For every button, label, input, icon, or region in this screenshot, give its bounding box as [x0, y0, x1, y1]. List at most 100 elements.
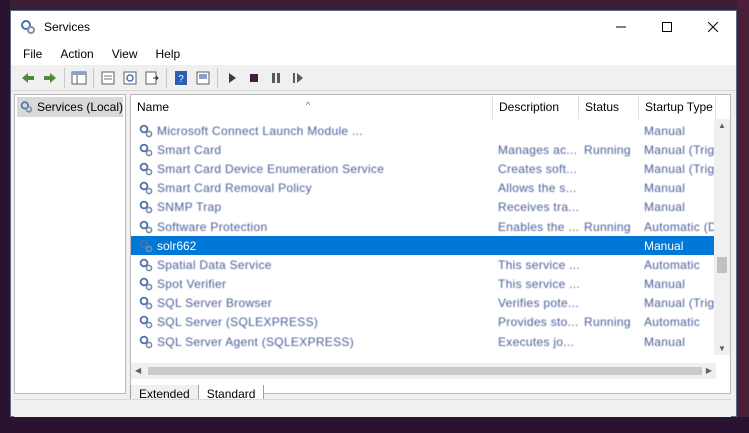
cell-startup-type: Manual (Trig...	[639, 162, 716, 176]
column-header-description[interactable]: Description	[493, 95, 579, 119]
cell-name: SQL Server CEIP service	[131, 354, 493, 355]
close-icon	[708, 22, 718, 32]
cell-startup-type-text: Manual	[644, 334, 686, 349]
cell-description: Executes jo...	[493, 335, 579, 349]
help-button[interactable]: ?	[170, 67, 192, 89]
service-name: Smart Card Removal Policy	[157, 181, 312, 196]
horizontal-scroll-thumb[interactable]	[148, 367, 702, 375]
cell-name: Smart Card Device Enumeration Service	[131, 162, 493, 176]
properties-button[interactable]	[97, 67, 119, 89]
pause-icon	[272, 72, 280, 83]
show-hide-console-tree-button[interactable]	[68, 67, 90, 89]
table-row[interactable]: SQL Server (SQLEXPRESS) Provides sto... Ru…	[131, 313, 716, 332]
cell-startup-type-text: Manual	[644, 123, 686, 138]
column-header: ^ Name Description Status Startup Type	[131, 95, 730, 119]
service-gear-icon	[139, 277, 153, 291]
table-row[interactable]: Spatial Data Service This service ... Auto…	[131, 255, 716, 274]
forward-arrow-icon	[44, 72, 56, 83]
scroll-down-icon[interactable]: ▼	[718, 344, 726, 353]
cell-name: solr662	[131, 239, 493, 253]
cell-startup-type: Manual (Trig...	[639, 143, 716, 157]
column-header-startup-type[interactable]: Startup Type	[639, 95, 716, 119]
export-list-button[interactable]	[141, 67, 163, 89]
table-row[interactable]: Smart Card Manages ac... Running Manual (Tr…	[131, 140, 716, 159]
table-row[interactable]: solr662 Manual	[131, 236, 716, 256]
service-gear-icon	[139, 315, 153, 329]
vertical-scroll-thumb[interactable]	[717, 257, 727, 273]
menu-view[interactable]: View	[103, 43, 147, 65]
title-bar[interactable]: Services	[11, 11, 736, 43]
back-button[interactable]	[17, 67, 39, 89]
table-row[interactable]: Software Protection Enables the ... Runnin…	[131, 217, 716, 236]
cell-description: Receives tra...	[493, 200, 579, 214]
table-row[interactable]: Smart Card Removal Policy Allows the s...…	[131, 179, 716, 198]
service-name: SQL Server (SQLEXPRESS)	[157, 315, 319, 330]
service-name: Spot Verifier	[157, 277, 227, 292]
table-row[interactable]: SQL Server Browser Verifies pote... Manual…	[131, 294, 716, 313]
service-gear-icon	[139, 354, 153, 355]
cell-description-text: Receives tra...	[498, 200, 579, 215]
stop-service-button[interactable]	[243, 67, 265, 89]
cell-description: This service ...	[493, 277, 579, 291]
column-header-name[interactable]: ^ Name	[131, 95, 493, 119]
cell-description: Provides the...	[493, 354, 579, 355]
cell-description-text: Executes jo...	[498, 334, 575, 349]
pause-service-button[interactable]	[265, 67, 287, 89]
services-list-panel: ^ Name Description Status Startup Type M…	[130, 94, 731, 394]
restart-service-button[interactable]	[287, 67, 309, 89]
start-icon	[229, 72, 236, 83]
table-row[interactable]: Microsoft Connect Launch Module ... Manua…	[131, 121, 716, 140]
menu-file[interactable]: File	[14, 43, 51, 65]
service-gear-icon	[139, 258, 153, 272]
scroll-right-icon[interactable]: ▶	[706, 366, 712, 375]
refresh-button[interactable]	[119, 67, 141, 89]
vertical-scrollbar[interactable]: ▲ ▼	[714, 119, 730, 355]
tree-item-services-local[interactable]: Services (Local)	[17, 97, 123, 117]
forward-button[interactable]	[39, 67, 61, 89]
scroll-left-icon[interactable]: ◀	[135, 366, 141, 375]
cell-startup-type: Automatic (D...	[639, 220, 716, 234]
maximize-button[interactable]	[644, 11, 690, 43]
cell-status: Running	[579, 143, 639, 157]
minimize-icon	[616, 26, 626, 28]
toolbar-separator	[64, 67, 65, 88]
console-tree: Services (Local)	[14, 94, 126, 394]
cell-startup-type: Manual	[639, 239, 716, 253]
cell-description-text: This service ...	[498, 277, 579, 292]
cell-name: SQL Server Agent (SQLEXPRESS)	[131, 335, 493, 349]
service-name: solr662	[157, 238, 197, 253]
service-gear-icon	[139, 239, 153, 253]
table-row[interactable]: SQL Server Agent (SQLEXPRESS) Executes jo…	[131, 332, 716, 351]
table-row[interactable]: Smart Card Device Enumeration Service Cre…	[131, 159, 716, 178]
sort-ascending-icon: ^	[306, 100, 311, 110]
cell-name: Spatial Data Service	[131, 258, 493, 272]
menu-help[interactable]: Help	[147, 43, 190, 65]
services-gear-icon	[20, 101, 33, 113]
scroll-up-icon[interactable]: ▲	[718, 121, 726, 130]
service-name: Software Protection	[157, 219, 268, 234]
cell-description-text: Allows the s...	[498, 181, 577, 196]
minimize-button[interactable]	[598, 11, 644, 43]
table-row[interactable]: Spot Verifier This service ... Manual	[131, 275, 716, 294]
table-row[interactable]: SQL Server CEIP service Provides the... Di…	[131, 351, 716, 355]
service-gear-icon	[139, 181, 153, 195]
menu-action[interactable]: Action	[51, 43, 102, 65]
cell-description-text: Verifies pote...	[498, 296, 579, 311]
column-header-status[interactable]: Status	[579, 95, 639, 119]
cell-startup-type-text: Manual (Trig...	[644, 142, 716, 157]
desktop-background-right	[737, 0, 749, 433]
cell-startup-type-text: Manual	[644, 277, 686, 292]
cell-startup-type: Automatic	[639, 315, 716, 329]
cell-description: Provides sto...	[493, 315, 579, 329]
service-name: SNMP Trap	[157, 200, 222, 215]
start-service-button[interactable]	[221, 67, 243, 89]
cell-description-text: Manages ac...	[498, 142, 578, 157]
close-button[interactable]	[690, 11, 736, 43]
cell-name: SQL Server (SQLEXPRESS)	[131, 315, 493, 329]
cell-description-text: Provides the...	[498, 354, 579, 355]
horizontal-scrollbar[interactable]: ◀ ▶	[131, 363, 716, 379]
console-button[interactable]	[192, 67, 214, 89]
cell-startup-type-text: Manual (Trig...	[644, 296, 716, 311]
table-row[interactable]: SNMP Trap Receives tra... Manual	[131, 198, 716, 217]
cell-startup-type: Manual (Trig...	[639, 296, 716, 310]
